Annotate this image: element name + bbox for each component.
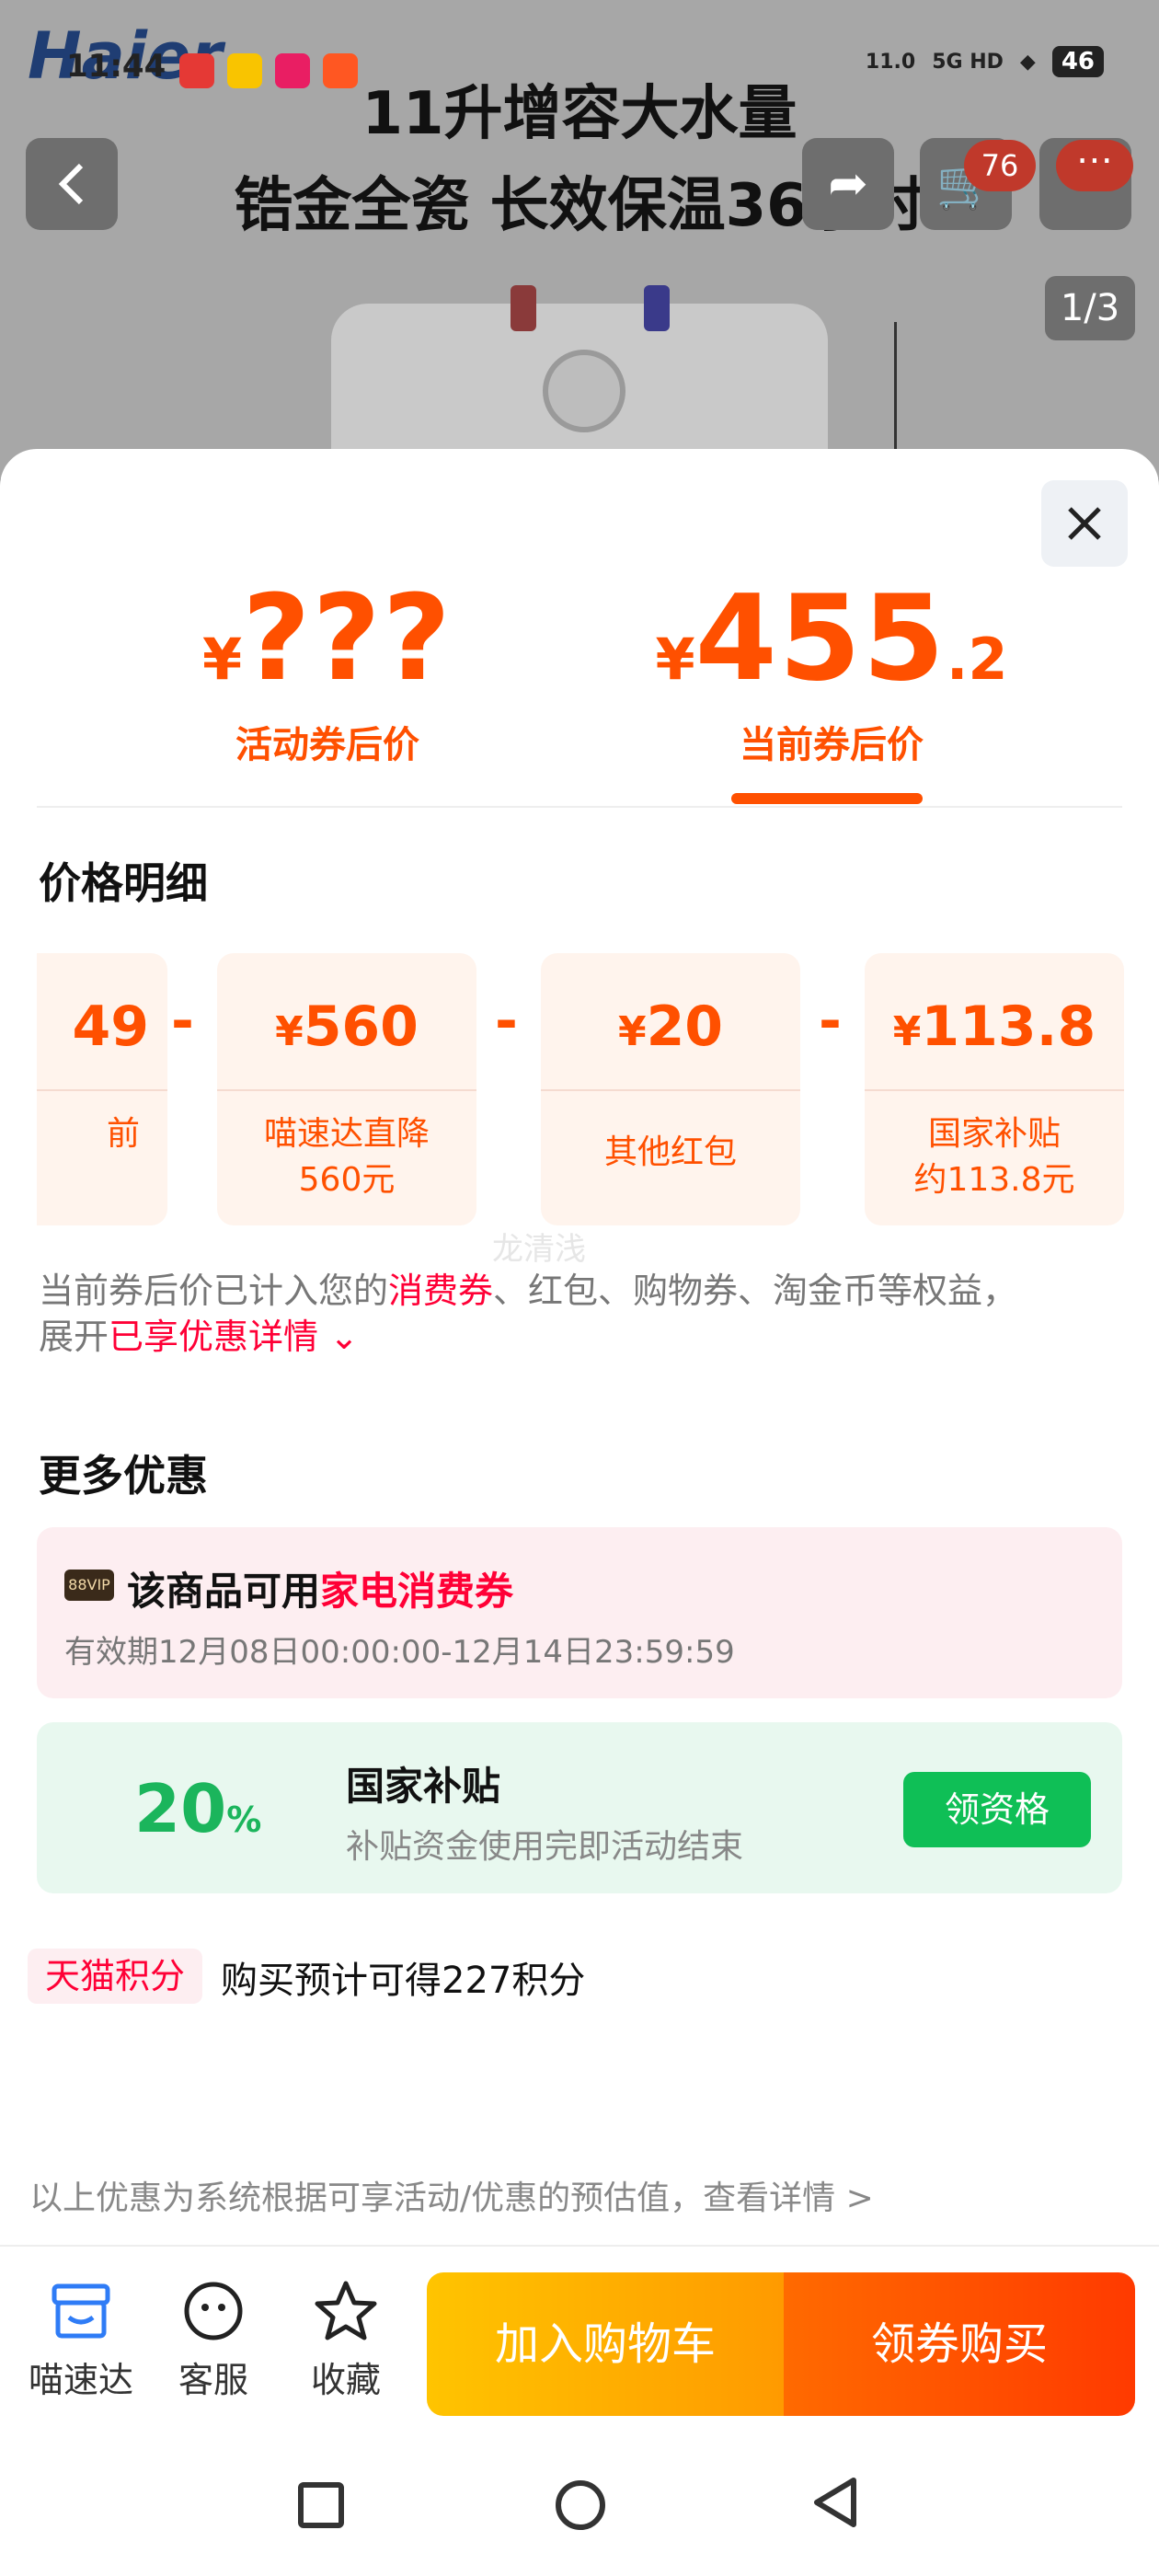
chevron-down-icon[interactable]: ⌄ bbox=[318, 1317, 359, 1357]
price-detail-cards[interactable]: 49 前 ¥560 喵速达直降 560元 ¥20 其他红包 ¥113.8 国家补贴… bbox=[37, 953, 1126, 1225]
store-icon bbox=[26, 2278, 136, 2344]
price-note: 当前券后价已计入您的消费券、红包、购物券、淘金币等权益， 展开已享优惠详情 ⌄ bbox=[39, 1271, 1018, 1357]
image-pager: 1/3 bbox=[1045, 276, 1135, 340]
claim-coupon-buy-button[interactable]: 领券购买 bbox=[784, 2272, 1135, 2416]
points-text: 购买预计可得227积分 bbox=[221, 1960, 586, 2002]
vip-badge: 88VIP bbox=[64, 1570, 114, 1601]
share-icon: ➦ bbox=[828, 156, 868, 212]
activity-price-tab[interactable]: ¥??? 活动券后价 bbox=[134, 570, 521, 768]
chat-face-icon bbox=[158, 2278, 269, 2344]
gov-subsidy-card: 20% 国家补贴 补贴资金使用完即活动结束 领资格 bbox=[37, 1722, 1122, 1893]
detail-card: ¥560 喵速达直降 560元 bbox=[217, 953, 476, 1225]
add-to-cart-button[interactable]: 加入购物车 bbox=[427, 2272, 784, 2416]
vip-coupon-validity: 有效期12月08日00:00:00-12月14日23:59:59 bbox=[64, 1634, 735, 1671]
miaosuda-button[interactable]: 喵速达 bbox=[26, 2278, 136, 2402]
cart-badge: 76 bbox=[964, 140, 1036, 191]
recent-apps-icon[interactable] bbox=[298, 2482, 344, 2528]
chevron-left-icon bbox=[58, 163, 84, 205]
discount-details-link[interactable]: 已享优惠详情 bbox=[109, 1317, 318, 1357]
watermark: 龙清浅 bbox=[492, 1231, 586, 1268]
current-price-label: 当前券后价 bbox=[740, 724, 924, 766]
subsidy-percent: 20% bbox=[134, 1770, 262, 1847]
app-icon bbox=[275, 53, 310, 88]
app-icon bbox=[179, 53, 214, 88]
hot-pipe bbox=[511, 285, 536, 331]
back-button[interactable] bbox=[26, 138, 118, 230]
claim-qualification-button[interactable]: 领资格 bbox=[903, 1772, 1091, 1847]
subsidy-title: 国家补贴 bbox=[346, 1764, 501, 1809]
close-button[interactable] bbox=[1041, 480, 1128, 567]
customer-service-button[interactable]: 客服 bbox=[158, 2278, 269, 2402]
star-icon bbox=[291, 2278, 401, 2344]
status-right: 11.0 5G HD ◆ 46 bbox=[866, 46, 1104, 77]
app-icon bbox=[323, 53, 358, 88]
minus-sign: - bbox=[819, 989, 842, 1053]
minus-sign: - bbox=[495, 989, 518, 1053]
more-icon[interactable]: ⋯ bbox=[1056, 140, 1133, 191]
detail-card: ¥20 其他红包 bbox=[541, 953, 800, 1225]
activity-price-label: 活动券后价 bbox=[235, 724, 419, 766]
more-offers-title: 更多优惠 bbox=[39, 1451, 208, 1501]
footer-note-link[interactable]: 以上优惠为系统根据可享活动/优惠的预估值，查看详情 > bbox=[29, 2171, 874, 2219]
close-icon bbox=[1068, 507, 1101, 540]
status-time: 11:44 bbox=[66, 48, 166, 85]
system-nav-bar bbox=[0, 2447, 1159, 2576]
vip-coupon-text: 该商品可用家电消费券 bbox=[127, 1569, 514, 1614]
current-price-tab[interactable]: ¥455.2 当前券后价 bbox=[638, 570, 1025, 768]
status-app-icons bbox=[179, 53, 358, 88]
app-icon bbox=[227, 53, 262, 88]
wifi-icon: ◆ bbox=[1019, 50, 1036, 74]
cold-pipe bbox=[644, 285, 670, 331]
favorite-button[interactable]: 收藏 bbox=[291, 2278, 401, 2402]
detail-card: 49 前 bbox=[37, 953, 167, 1225]
home-icon[interactable] bbox=[556, 2480, 605, 2530]
detail-title: 价格明细 bbox=[39, 858, 208, 908]
network-type: 5G HD bbox=[932, 50, 1004, 74]
status-bar: 11:44 11.0 5G HD ◆ 46 bbox=[0, 46, 1159, 98]
net-speed: 11.0 bbox=[865, 50, 916, 74]
back-triangle-icon[interactable] bbox=[809, 2475, 861, 2530]
minus-sign: - bbox=[171, 989, 194, 1053]
vip-coupon-card[interactable]: 88VIP 该商品可用家电消费券 有效期12月08日00:00:00-12月14… bbox=[37, 1527, 1122, 1698]
subsidy-subtitle: 补贴资金使用完即活动结束 bbox=[346, 1828, 744, 1866]
detail-card: ¥113.8 国家补贴 约113.8元 bbox=[865, 953, 1124, 1225]
tab-underline bbox=[731, 793, 923, 804]
current-price: ¥455.2 bbox=[655, 570, 1008, 707]
tmall-points-tag: 天猫积分 bbox=[28, 1949, 202, 2004]
bottom-bar-divider bbox=[0, 2245, 1159, 2247]
product-knob bbox=[543, 350, 625, 432]
divider bbox=[37, 806, 1122, 808]
activity-price: ¥??? bbox=[202, 570, 453, 707]
battery-icon: 46 bbox=[1051, 46, 1104, 77]
share-button[interactable]: ➦ bbox=[802, 138, 894, 230]
